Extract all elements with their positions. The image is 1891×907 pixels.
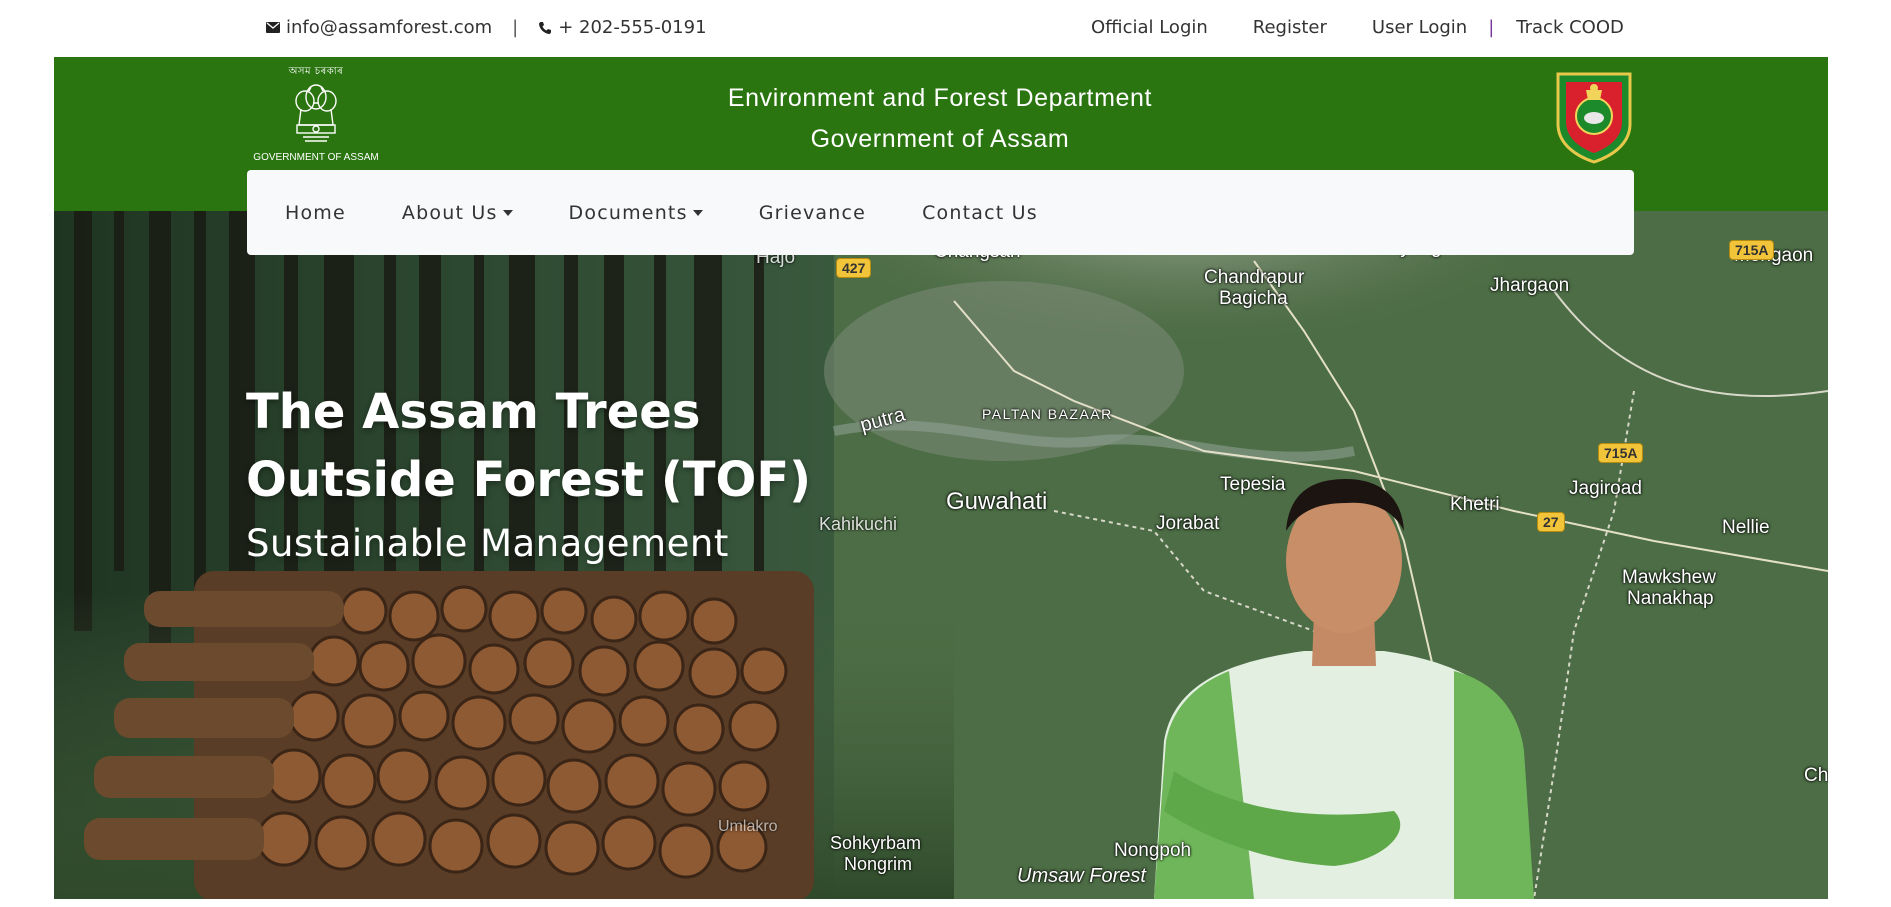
hero-subtitle: Sustainable Management bbox=[246, 522, 729, 565]
phone-number[interactable]: + 202-555-0191 bbox=[558, 17, 706, 38]
contact-info: info@assamforest.com | + 202-555-0191 bbox=[266, 17, 707, 38]
road-shield: 27 bbox=[1537, 512, 1565, 532]
map-label: Jagiroad bbox=[1569, 478, 1642, 499]
map-label: Nanakhap bbox=[1627, 588, 1714, 609]
government-name: Government of Assam bbox=[810, 125, 1070, 153]
nav-documents-label: Documents bbox=[568, 201, 688, 224]
department-name: Environment and Forest Department bbox=[727, 84, 1153, 112]
map-label: Tepesia bbox=[1220, 474, 1286, 495]
road-shield: 427 bbox=[836, 258, 872, 278]
top-links: Official Login Register User Login | Tra… bbox=[1091, 17, 1624, 38]
hero-title-line2: Outside Forest (TOF) bbox=[246, 452, 812, 508]
map-label: PALTAN BAZAAR bbox=[982, 406, 1113, 422]
emblem-top-text: অসম চৰকাৰ bbox=[288, 66, 344, 77]
nav-grievance[interactable]: Grievance bbox=[759, 202, 866, 224]
map-label: Jorabat bbox=[1156, 513, 1220, 534]
map-label: Guwahati bbox=[946, 488, 1048, 515]
track-cood-link[interactable]: Track COOD bbox=[1516, 17, 1624, 38]
map-label: Chandrapur bbox=[1204, 267, 1305, 288]
ashoka-emblem-icon bbox=[295, 84, 337, 142]
map-label: Nongrim bbox=[844, 854, 913, 874]
nav-contact-us-label: Contact Us bbox=[922, 201, 1038, 224]
map-label: Kahikuchi bbox=[819, 514, 898, 534]
phone-icon bbox=[539, 21, 552, 34]
separator: | bbox=[512, 17, 519, 38]
nav-home[interactable]: Home bbox=[285, 202, 346, 224]
mail-icon bbox=[266, 22, 280, 33]
nav-grievance-label: Grievance bbox=[758, 201, 867, 224]
map-label: Mawkshew bbox=[1622, 567, 1716, 588]
hero-title: The Assam Trees Outside Forest (TOF) bbox=[246, 378, 811, 514]
map-label: Jhargaon bbox=[1490, 275, 1570, 296]
road-shield: 715A bbox=[1598, 443, 1644, 463]
map-label: Bagicha bbox=[1219, 288, 1288, 309]
nav-about-us[interactable]: About Us bbox=[402, 202, 513, 224]
register-link[interactable]: Register bbox=[1253, 17, 1327, 38]
map-label: Khetri bbox=[1450, 494, 1500, 515]
nav-documents[interactable]: Documents bbox=[569, 202, 703, 224]
road-shield: 715A bbox=[1729, 240, 1775, 260]
department-title: Environment and Forest Department Govern… bbox=[640, 78, 1240, 160]
top-bar: info@assamforest.com | + 202-555-0191 Of… bbox=[0, 0, 1891, 57]
forest-department-logo-icon[interactable] bbox=[1552, 68, 1636, 164]
nav-about-us-label: About Us bbox=[401, 201, 498, 224]
map-label: Nongpoh bbox=[1114, 840, 1192, 861]
map-label: Umlakro bbox=[718, 818, 778, 835]
caret-down-icon bbox=[502, 209, 513, 216]
caret-down-icon bbox=[692, 209, 703, 216]
map-label: Nellie bbox=[1722, 517, 1770, 538]
government-emblem[interactable]: অসম চৰকাৰ GOVERNMENT OF ASSAM bbox=[246, 64, 386, 164]
map-label: Sohkyrbam bbox=[830, 833, 922, 853]
nav-contact-us[interactable]: Contact Us bbox=[922, 202, 1038, 224]
official-login-link[interactable]: Official Login bbox=[1091, 17, 1208, 38]
map-label: Ch bbox=[1804, 765, 1828, 786]
link-separator: | bbox=[1488, 17, 1495, 38]
nav-home-label: Home bbox=[285, 201, 346, 224]
emblem-bottom-text: GOVERNMENT OF ASSAM bbox=[253, 152, 379, 163]
email-link[interactable]: info@assamforest.com bbox=[286, 17, 492, 38]
main-navigation: Home About Us Documents Grievance Contac… bbox=[247, 170, 1634, 255]
user-login-link[interactable]: User Login bbox=[1372, 17, 1467, 38]
map-label: Umsaw Forest bbox=[1017, 865, 1146, 887]
hero-title-line1: The Assam Trees bbox=[246, 384, 701, 440]
